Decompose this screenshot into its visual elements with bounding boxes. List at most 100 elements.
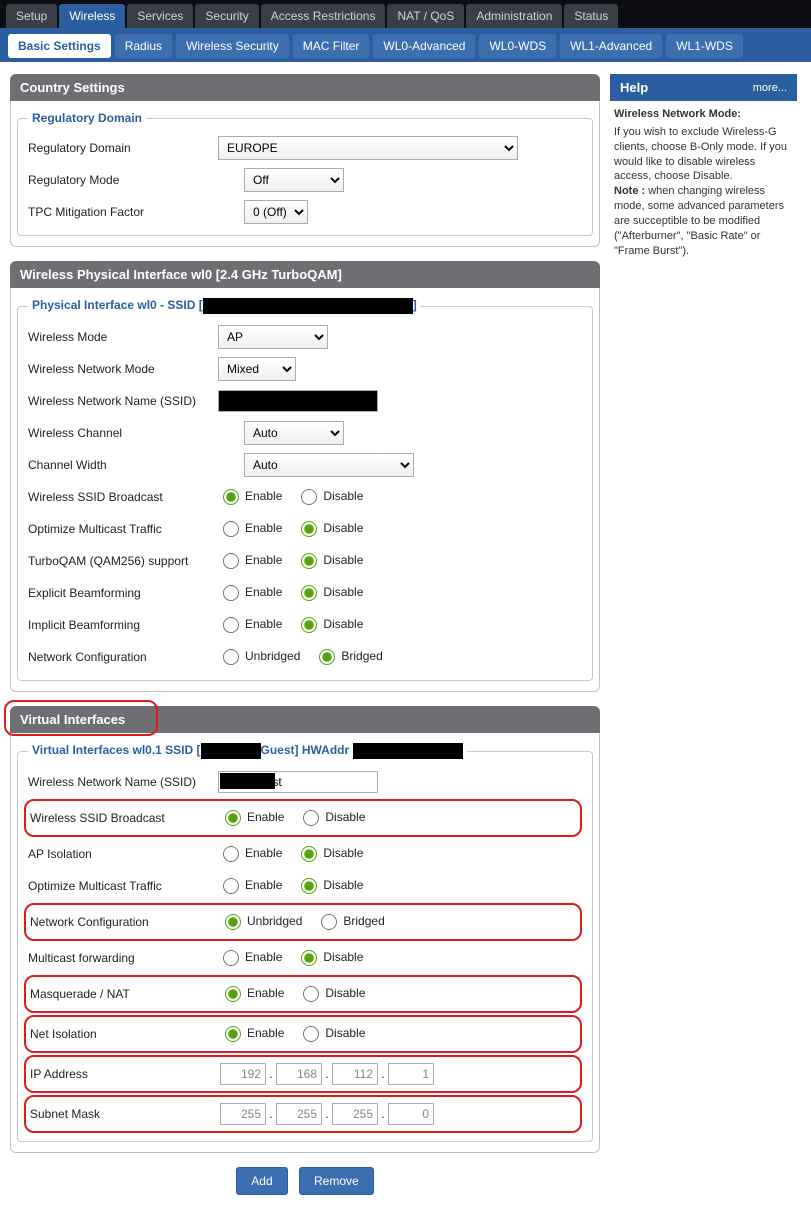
phy-interface-legend: Physical Interface wl0 - SSID [] [28, 298, 421, 314]
phy-netcfg-unbridged-radio[interactable]: Unbridged [218, 646, 300, 665]
subnav-wl0-advanced[interactable]: WL0-Advanced [373, 34, 475, 58]
v-netcfg-unbridged-radio[interactable]: Unbridged [220, 911, 302, 930]
v-bcast-disable-radio[interactable]: Disable [298, 807, 365, 826]
topnav-administration[interactable]: Administration [466, 4, 562, 28]
phy-ebf-enable-radio[interactable]: Enable [218, 582, 282, 601]
subnav-radius[interactable]: Radius [115, 34, 172, 58]
tpc-select[interactable]: 0 (Off) [244, 200, 308, 224]
subnav-wireless-security[interactable]: Wireless Security [176, 34, 289, 58]
phy-bcast-disable-radio[interactable]: Disable [296, 486, 363, 505]
country-settings-panel: Country Settings Regulatory Domain Regul… [10, 74, 600, 247]
wwidth-select[interactable]: Auto [244, 453, 414, 477]
help-more-link[interactable]: more... [753, 82, 787, 94]
topnav-wireless[interactable]: Wireless [59, 4, 125, 28]
phy-netcfg-label: Network Configuration [28, 650, 218, 664]
phy-turbo-label: TurboQAM (QAM256) support [28, 554, 218, 568]
v-masq-enable-radio[interactable]: Enable [220, 983, 284, 1002]
v-ip-oct2[interactable] [276, 1063, 322, 1085]
v-apiso-enable-radio[interactable]: Enable [218, 843, 282, 862]
v-mask-oct2[interactable] [276, 1103, 322, 1125]
phy-ibf-enable-radio[interactable]: Enable [218, 614, 282, 633]
phy-ebf-label: Explicit Beamforming [28, 586, 218, 600]
v-multi-label: Optimize Multicast Traffic [28, 879, 218, 893]
phy-multi-disable-radio[interactable]: Disable [296, 518, 363, 537]
v-mfwd-label: Multicast forwarding [28, 951, 218, 965]
v-mask-oct4[interactable] [388, 1103, 434, 1125]
v-netiso-label: Net Isolation [30, 1027, 220, 1041]
v-netiso-enable-radio[interactable]: Enable [220, 1023, 284, 1042]
v-multi-disable-radio[interactable]: Disable [296, 875, 363, 894]
v-netcfg-label: Network Configuration [30, 915, 220, 929]
reg-mode-label: Regulatory Mode [28, 173, 218, 187]
subnav-wl1-wds[interactable]: WL1-WDS [666, 34, 743, 58]
v-ip-oct3[interactable] [332, 1063, 378, 1085]
v-netcfg-bridged-radio[interactable]: Bridged [316, 911, 384, 930]
help-panel: Help more... Wireless Network Mode: If y… [610, 74, 797, 264]
v-masq-label: Masquerade / NAT [30, 987, 220, 1001]
v-mfwd-enable-radio[interactable]: Enable [218, 947, 282, 966]
button-row: Add Remove [10, 1167, 600, 1195]
virt-interface-group: Virtual Interfaces wl0.1 SSID [Guest] HW… [17, 743, 593, 1142]
vssid-label: Wireless Network Name (SSID) [28, 775, 218, 789]
help-title: Help [620, 80, 648, 95]
wwidth-label: Channel Width [28, 458, 218, 472]
phy-bcast-enable-radio[interactable]: Enable [218, 486, 282, 505]
virt-title-highlight [4, 700, 158, 736]
regulatory-domain-legend: Regulatory Domain [28, 111, 146, 125]
subnav-basic-settings[interactable]: Basic Settings [8, 34, 111, 58]
reg-domain-label: Regulatory Domain [28, 141, 218, 155]
phy-ibf-disable-radio[interactable]: Disable [296, 614, 363, 633]
v-ip-oct1[interactable] [220, 1063, 266, 1085]
phy-multi-enable-radio[interactable]: Enable [218, 518, 282, 537]
subnav-mac-filter[interactable]: MAC Filter [293, 34, 370, 58]
wchan-select[interactable]: Auto [244, 421, 344, 445]
help-heading: Wireless Network Mode: [614, 107, 793, 122]
wmode-select[interactable]: AP [218, 325, 328, 349]
v-netiso-disable-radio[interactable]: Disable [298, 1023, 365, 1042]
regulatory-domain-group: Regulatory Domain Regulatory Domain EURO… [17, 111, 593, 236]
v-apiso-disable-radio[interactable]: Disable [296, 843, 363, 862]
remove-button[interactable]: Remove [299, 1167, 374, 1195]
subnav-wl1-advanced[interactable]: WL1-Advanced [560, 34, 662, 58]
topnav-nat-qos[interactable]: NAT / QoS [387, 4, 464, 28]
wnetmode-select[interactable]: Mixed [218, 357, 296, 381]
v-mfwd-disable-radio[interactable]: Disable [296, 947, 363, 966]
wssid-label: Wireless Network Name (SSID) [28, 394, 218, 408]
topnav-status[interactable]: Status [564, 4, 618, 28]
v-bcast-enable-radio[interactable]: Enable [220, 807, 284, 826]
v-multi-enable-radio[interactable]: Enable [218, 875, 282, 894]
reg-mode-select[interactable]: Off [244, 168, 344, 192]
wmode-label: Wireless Mode [28, 330, 218, 344]
wssid-input[interactable] [218, 390, 378, 412]
v-ip-oct4[interactable] [388, 1063, 434, 1085]
v-mask-oct3[interactable] [332, 1103, 378, 1125]
wnetmode-label: Wireless Network Mode [28, 362, 218, 376]
phy-interface-panel: Wireless Physical Interface wl0 [2.4 GHz… [10, 261, 600, 692]
wchan-label: Wireless Channel [28, 426, 218, 440]
add-button[interactable]: Add [236, 1167, 287, 1195]
reg-domain-select[interactable]: EUROPE [218, 136, 518, 160]
topnav-access-restrictions[interactable]: Access Restrictions [261, 4, 386, 28]
phy-ebf-disable-radio[interactable]: Disable [296, 582, 363, 601]
phy-interface-title: Wireless Physical Interface wl0 [2.4 GHz… [10, 261, 600, 288]
top-nav: SetupWirelessServicesSecurityAccess Rest… [0, 0, 811, 28]
help-note: Note : when changing wireless mode, some… [614, 184, 793, 258]
help-body-text: If you wish to exclude Wireless-G client… [614, 125, 793, 184]
v-mask-oct1[interactable] [220, 1103, 266, 1125]
v-bcast-label: Wireless SSID Broadcast [30, 811, 220, 825]
topnav-security[interactable]: Security [195, 4, 258, 28]
v-apiso-label: AP Isolation [28, 847, 218, 861]
topnav-setup[interactable]: Setup [6, 4, 57, 28]
v-masq-disable-radio[interactable]: Disable [298, 983, 365, 1002]
tpc-label: TPC Mitigation Factor [28, 205, 218, 219]
phy-multi-label: Optimize Multicast Traffic [28, 522, 218, 536]
phy-netcfg-bridged-radio[interactable]: Bridged [314, 646, 382, 665]
subnav-wl0-wds[interactable]: WL0-WDS [479, 34, 556, 58]
phy-turbo-enable-radio[interactable]: Enable [218, 550, 282, 569]
phy-interface-group: Physical Interface wl0 - SSID [] Wireles… [17, 298, 593, 681]
country-settings-title: Country Settings [10, 74, 600, 101]
topnav-services[interactable]: Services [127, 4, 193, 28]
phy-turbo-disable-radio[interactable]: Disable [296, 550, 363, 569]
v-mask-label: Subnet Mask [30, 1107, 220, 1121]
phy-ibf-label: Implicit Beamforming [28, 618, 218, 632]
